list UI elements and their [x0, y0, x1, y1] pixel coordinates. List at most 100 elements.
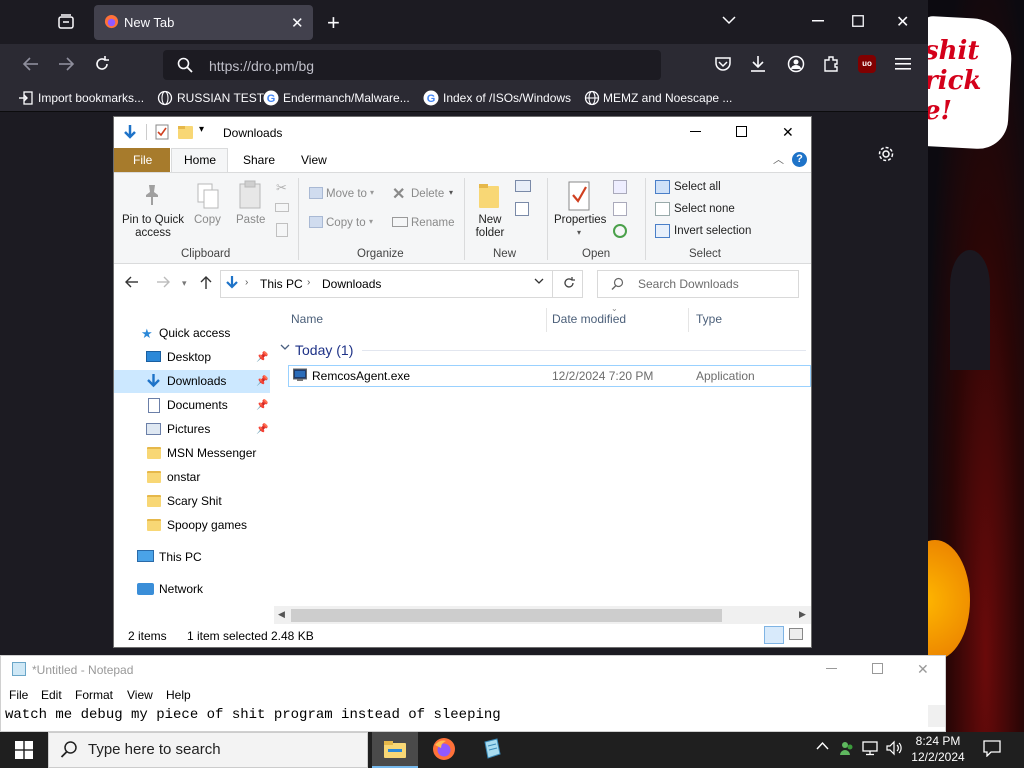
- delete-dropdown-icon[interactable]: ▾: [449, 188, 453, 197]
- minimize-icon[interactable]: [826, 668, 837, 669]
- nav-this-pc[interactable]: This PC: [114, 546, 270, 569]
- paste-shortcut-icon[interactable]: [276, 223, 288, 237]
- menu-help[interactable]: Help: [166, 688, 191, 702]
- menu-file[interactable]: File: [9, 688, 28, 702]
- group-header-today[interactable]: Today (1): [295, 342, 353, 358]
- breadcrumb-this-pc[interactable]: This PC: [260, 277, 303, 291]
- nav-quick-access[interactable]: ★ Quick access: [114, 322, 270, 345]
- move-to-dropdown-icon[interactable]: ▾: [370, 188, 374, 197]
- column-header-type[interactable]: Type: [696, 312, 722, 326]
- invert-selection-button[interactable]: Invert selection: [674, 225, 751, 237]
- maximize-icon[interactable]: [872, 663, 883, 674]
- taskbar-search-placeholder[interactable]: Type here to search: [88, 741, 221, 758]
- ublock-origin-icon[interactable]: uo: [858, 55, 876, 73]
- delete-button[interactable]: Delete: [411, 188, 444, 200]
- nav-network[interactable]: Network: [114, 578, 270, 601]
- large-icons-view-icon[interactable]: [789, 628, 803, 640]
- nav-scary-shit[interactable]: Scary Shit: [114, 490, 270, 513]
- pin-icon[interactable]: 📌: [256, 400, 268, 411]
- notepad-taskbar-icon[interactable]: [481, 738, 503, 760]
- new-folder-button[interactable]: New folder: [470, 214, 510, 240]
- nav-downloads[interactable]: Downloads: [114, 370, 270, 393]
- new-tab-icon[interactable]: +: [327, 10, 340, 36]
- bookmark-endermanch[interactable]: Endermanch/Malware...: [283, 91, 410, 105]
- list-tabs-chevron-icon[interactable]: [721, 12, 737, 28]
- select-none-button[interactable]: Select none: [674, 203, 735, 215]
- group-collapse-chevron-icon[interactable]: [280, 344, 290, 351]
- forward-icon[interactable]: [156, 276, 170, 288]
- taskbar-time[interactable]: 8:24 PM: [906, 734, 970, 748]
- cut-icon[interactable]: ✂: [276, 180, 287, 196]
- maximize-icon[interactable]: [736, 126, 747, 137]
- extensions-icon[interactable]: [823, 55, 840, 73]
- column-header-date[interactable]: Date modified: [552, 312, 626, 326]
- column-header-name[interactable]: Name: [291, 312, 323, 326]
- pin-to-quick-access-button[interactable]: Pin to Quick access: [122, 214, 184, 240]
- minimize-icon[interactable]: [812, 20, 824, 22]
- tab-view[interactable]: View: [301, 153, 327, 167]
- details-view-icon[interactable]: [764, 626, 784, 644]
- paste-button[interactable]: Paste: [236, 214, 265, 226]
- properties-button[interactable]: Properties: [554, 214, 606, 226]
- help-icon[interactable]: ?: [792, 152, 807, 167]
- open-icon[interactable]: [613, 180, 627, 194]
- downloads-icon[interactable]: [750, 55, 766, 73]
- account-icon[interactable]: [787, 55, 805, 73]
- nav-documents[interactable]: Documents: [114, 394, 270, 417]
- address-dropdown-icon[interactable]: [534, 278, 544, 285]
- customize-quick-access-icon[interactable]: ▾: [199, 124, 204, 135]
- forward-icon[interactable]: [57, 56, 75, 72]
- tab-share[interactable]: Share: [243, 153, 275, 167]
- notification-center-icon[interactable]: [983, 740, 1001, 757]
- taskbar-date[interactable]: 12/2/2024: [906, 750, 970, 764]
- history-icon[interactable]: [613, 224, 627, 238]
- maximize-icon[interactable]: [852, 15, 864, 27]
- nav-onstar[interactable]: onstar: [114, 466, 270, 489]
- properties-dropdown-icon[interactable]: ▾: [577, 228, 581, 237]
- up-arrow-icon[interactable]: [200, 276, 212, 290]
- close-tab-icon[interactable]: ✕: [291, 14, 304, 32]
- recent-locations-chevron-icon[interactable]: ▾: [182, 278, 187, 289]
- edit-icon[interactable]: [613, 202, 627, 216]
- copy-to-dropdown-icon[interactable]: ▾: [369, 217, 373, 226]
- bookmark-import[interactable]: Import bookmarks...: [38, 91, 144, 105]
- close-window-icon[interactable]: ✕: [896, 12, 909, 32]
- copy-to-button[interactable]: Copy to: [326, 217, 366, 229]
- back-icon[interactable]: [125, 276, 139, 288]
- pocket-icon[interactable]: [714, 56, 732, 72]
- settings-gear-icon[interactable]: [877, 145, 895, 163]
- back-icon[interactable]: [22, 56, 40, 72]
- easy-access-icon[interactable]: [515, 202, 529, 216]
- nav-msn-messenger[interactable]: MSN Messenger: [114, 442, 270, 465]
- close-window-icon[interactable]: ✕: [782, 124, 794, 141]
- nav-spoopy-games[interactable]: Spoopy games: [114, 514, 270, 537]
- bookmark-memz[interactable]: MEMZ and Noescape ...: [603, 91, 732, 105]
- pin-icon[interactable]: 📌: [256, 376, 268, 387]
- menu-view[interactable]: View: [127, 688, 153, 702]
- reload-icon[interactable]: [93, 55, 111, 73]
- notepad-text-area[interactable]: watch me debug my piece of shit program …: [5, 707, 501, 723]
- new-folder-quick-icon[interactable]: [178, 126, 193, 139]
- windows-start-icon[interactable]: [15, 741, 33, 759]
- firefox-view-icon[interactable]: [57, 13, 75, 31]
- pin-icon[interactable]: 📌: [256, 424, 268, 435]
- collapse-ribbon-icon[interactable]: ︿: [773, 151, 784, 167]
- menu-hamburger-icon[interactable]: [895, 57, 911, 71]
- scroll-left-icon[interactable]: ◀: [278, 609, 285, 620]
- nav-pictures[interactable]: Pictures: [114, 418, 270, 441]
- pin-icon[interactable]: 📌: [256, 352, 268, 363]
- firefox-taskbar-icon[interactable]: [432, 737, 456, 761]
- vertical-scrollbar[interactable]: [928, 705, 945, 727]
- user-tray-icon[interactable]: [839, 740, 855, 756]
- breadcrumb-chevron-icon[interactable]: ›: [307, 277, 310, 288]
- copy-button[interactable]: Copy: [194, 214, 221, 226]
- bookmark-russian-test[interactable]: RUSSIAN TEST: [177, 91, 264, 105]
- tab-file[interactable]: File: [114, 148, 170, 172]
- bookmark-isos[interactable]: Index of /ISOs/Windows: [443, 91, 571, 105]
- url-text[interactable]: https://dro.pm/bg: [209, 58, 314, 74]
- column-separator[interactable]: [546, 308, 547, 332]
- column-separator[interactable]: [688, 308, 689, 332]
- menu-edit[interactable]: Edit: [41, 688, 62, 702]
- scroll-right-icon[interactable]: ▶: [799, 609, 806, 620]
- menu-format[interactable]: Format: [75, 688, 113, 702]
